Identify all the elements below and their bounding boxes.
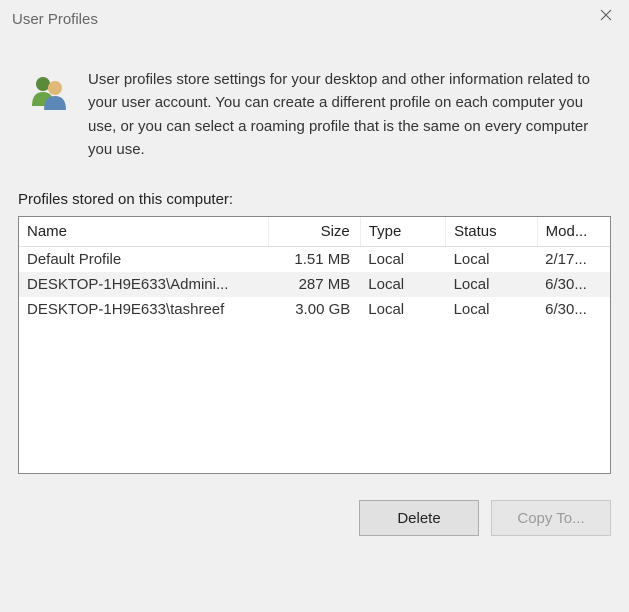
dialog-content: User profiles store settings for your de…	[0, 38, 629, 554]
close-button[interactable]	[583, 0, 629, 30]
table-row[interactable]: Default Profile1.51 MBLocalLocal2/17...	[19, 247, 610, 273]
table-header-row: Name Size Type Status Mod...	[19, 217, 610, 247]
cell-modified: 2/17...	[537, 247, 610, 273]
close-icon	[600, 9, 612, 21]
section-label: Profiles stored on this computer:	[18, 191, 611, 208]
cell-type: Local	[360, 272, 445, 297]
table-row[interactable]: DESKTOP-1H9E633\Admini...287 MBLocalLoca…	[19, 272, 610, 297]
col-header-size[interactable]: Size	[269, 217, 361, 247]
info-text: User profiles store settings for your de…	[88, 68, 603, 161]
cell-status: Local	[446, 247, 538, 273]
cell-name: DESKTOP-1H9E633\Admini...	[19, 272, 269, 297]
table-row[interactable]: DESKTOP-1H9E633\tashreef3.00 GBLocalLoca…	[19, 297, 610, 322]
cell-type: Local	[360, 247, 445, 273]
cell-size: 3.00 GB	[269, 297, 361, 322]
cell-size: 287 MB	[269, 272, 361, 297]
cell-type: Local	[360, 297, 445, 322]
cell-name: Default Profile	[19, 247, 269, 273]
cell-modified: 6/30...	[537, 297, 610, 322]
col-header-status[interactable]: Status	[446, 217, 538, 247]
delete-button[interactable]: Delete	[359, 500, 479, 536]
col-header-modified[interactable]: Mod...	[537, 217, 610, 247]
col-header-type[interactable]: Type	[360, 217, 445, 247]
button-row: Delete Copy To...	[18, 474, 611, 536]
cell-name: DESKTOP-1H9E633\tashreef	[19, 297, 269, 322]
cell-status: Local	[446, 297, 538, 322]
profiles-table-container: Name Size Type Status Mod... Default Pro…	[18, 216, 611, 474]
copy-to-button[interactable]: Copy To...	[491, 500, 611, 536]
titlebar: User Profiles	[0, 0, 629, 38]
cell-status: Local	[446, 272, 538, 297]
col-header-name[interactable]: Name	[19, 217, 269, 247]
window-title: User Profiles	[12, 11, 98, 28]
cell-modified: 6/30...	[537, 272, 610, 297]
info-section: User profiles store settings for your de…	[18, 50, 611, 191]
cell-size: 1.51 MB	[269, 247, 361, 273]
profiles-table[interactable]: Name Size Type Status Mod... Default Pro…	[19, 217, 610, 322]
users-icon	[26, 68, 70, 161]
